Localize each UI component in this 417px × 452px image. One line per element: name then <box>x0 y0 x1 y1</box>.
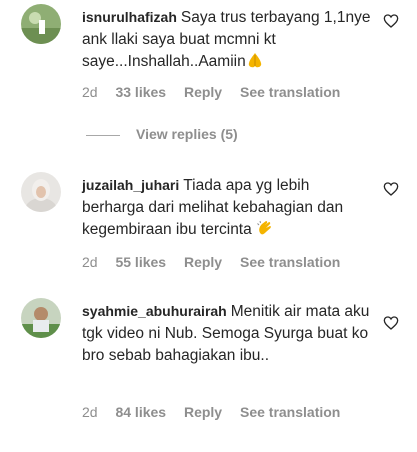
reply-button[interactable]: Reply <box>184 404 222 420</box>
likes-count[interactable]: 84 likes <box>115 404 166 420</box>
likes-count[interactable]: 33 likes <box>115 84 166 100</box>
see-translation-button[interactable]: See translation <box>240 404 340 420</box>
reply-button[interactable]: Reply <box>184 254 222 270</box>
avatar-image <box>21 4 61 44</box>
comment-meta: 2d 84 likes Reply See translation <box>82 404 354 420</box>
avatar-image <box>21 298 61 338</box>
see-translation-button[interactable]: See translation <box>240 84 340 100</box>
heart-outline-icon[interactable] <box>383 181 399 197</box>
comment-username[interactable]: juzailah_juhari <box>82 177 179 193</box>
view-replies-button[interactable]: View replies (5) <box>86 126 238 142</box>
replies-divider <box>86 134 120 136</box>
avatar-image <box>21 172 61 212</box>
comment-username[interactable]: syahmie_abuhurairah <box>82 303 227 319</box>
avatar[interactable] <box>21 298 61 338</box>
comment-body: juzailah_juhari Tiada apa yg lebih berhar… <box>82 174 372 244</box>
heart-outline-icon[interactable] <box>383 315 399 331</box>
clapping-hands-emoji <box>256 219 274 244</box>
comment-body: syahmie_abuhurairah Menitik air mata aku … <box>82 300 372 367</box>
reply-button[interactable]: Reply <box>184 84 222 100</box>
heart-outline-icon[interactable] <box>383 13 399 29</box>
comment-meta: 2d 33 likes Reply See translation <box>82 84 354 100</box>
likes-count[interactable]: 55 likes <box>115 254 166 270</box>
see-translation-button[interactable]: See translation <box>240 254 340 270</box>
comment-age: 2d <box>82 404 98 420</box>
comment-age: 2d <box>82 254 98 270</box>
comment-username[interactable]: isnurulhafizah <box>82 9 177 25</box>
view-replies-label: View replies (5) <box>136 126 238 142</box>
avatar[interactable] <box>21 4 61 44</box>
avatar[interactable] <box>21 172 61 212</box>
comment-age: 2d <box>82 84 98 100</box>
comment-body: isnurulhafizah Saya trus terbayang 1,1nye… <box>82 6 372 76</box>
praying-hands-emoji <box>246 51 264 76</box>
comment-meta: 2d 55 likes Reply See translation <box>82 254 354 270</box>
